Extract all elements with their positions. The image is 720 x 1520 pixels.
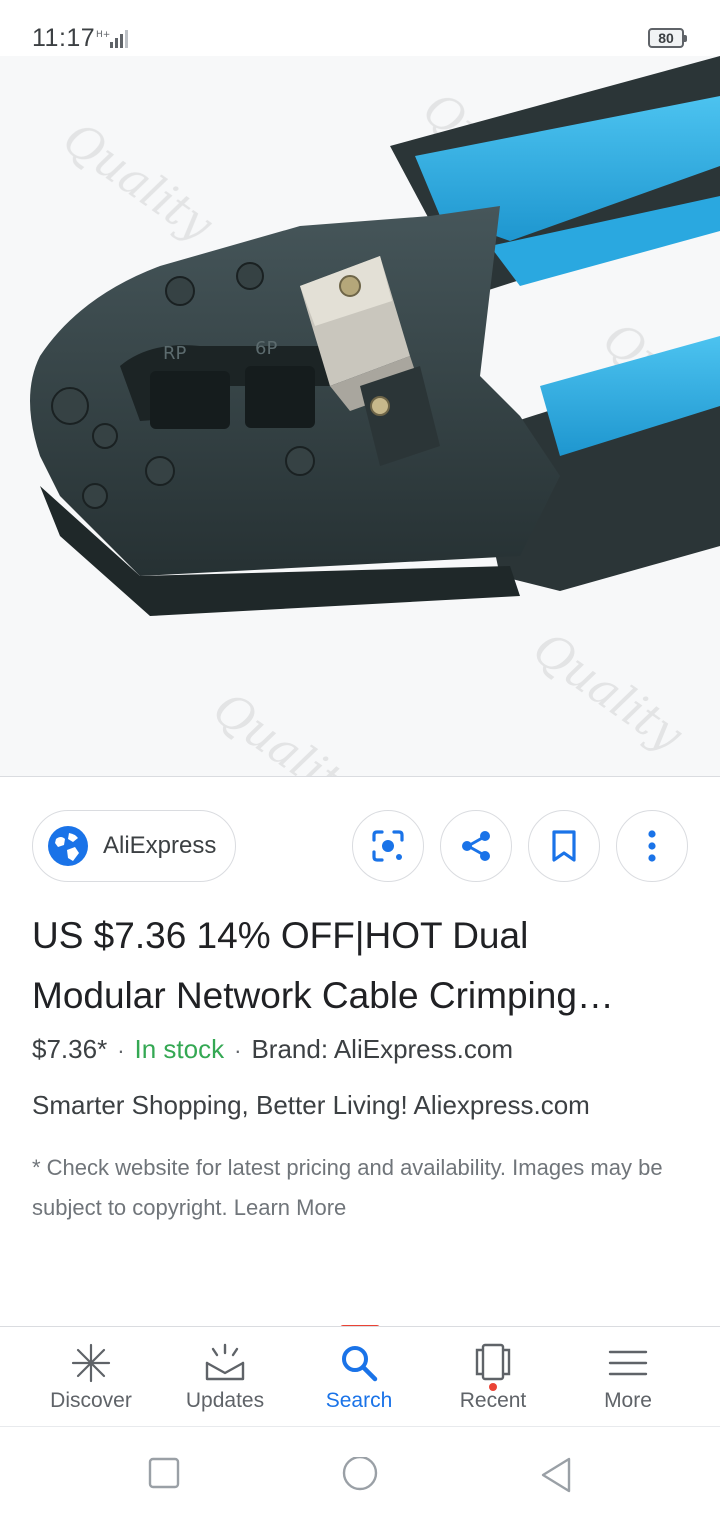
asterisk-icon [71,1343,111,1383]
lens-icon [372,830,404,862]
stock-status: In stock [134,1034,225,1064]
menu-icon [608,1350,648,1376]
square-icon [148,1457,180,1489]
nav-more-label: More [604,1389,652,1412]
search-icon [342,1346,378,1382]
share-icon [462,831,490,861]
die-slot-6p [245,366,315,428]
nav-recent[interactable]: Recent [426,1327,560,1427]
die-label-6p: 6P [255,338,277,359]
die-slot-rp [150,371,230,429]
product-image[interactable]: Quality Quality Quality Quality Quality … [0,56,720,776]
battery-indicator: 80 [648,28,687,48]
more-options-button[interactable] [616,810,688,882]
product-title[interactable]: US $7.36 14% OFF|HOT Dual Modular Networ… [32,906,692,1026]
save-button[interactable] [528,810,600,882]
lens-button[interactable] [352,810,424,882]
cards-icon [475,1343,511,1381]
source-name: AliExpress [103,832,217,859]
disclaimer-text: * Check website for latest pricing and a… [32,1155,663,1220]
recent-notification-dot [489,1383,497,1391]
product-price: $7.36* [32,1034,108,1064]
share-button[interactable] [440,810,512,882]
signal-icon: H+ [96,28,136,55]
nav-more[interactable]: More [561,1327,695,1427]
nav-recent-label: Recent [459,1389,527,1412]
source-chip-aliexpress[interactable]: AliExpress [32,810,236,882]
system-recents-button[interactable] [148,1457,180,1494]
nav-discover-label: Discover [50,1389,132,1412]
product-brand: Brand: AliExpress.com [251,1034,513,1064]
globe-icon [48,826,88,866]
tray-icon [205,1343,245,1381]
separator-dot: · [117,1038,125,1063]
network-type: H+ [96,30,110,40]
separator-dot: · [234,1038,242,1063]
nav-discover[interactable]: Discover [24,1327,158,1427]
die-label-rp: RP [163,343,187,364]
nav-search-label: Search [325,1389,393,1412]
back-triangle-icon [541,1457,571,1493]
status-time: 11:17 [32,24,96,52]
nav-updates-label: Updates [185,1389,265,1412]
bottom-navigation: Discover Updates Search Recent More [0,1326,720,1426]
image-divider [0,776,720,777]
nav-search[interactable]: Search [292,1327,426,1427]
product-meta: $7.36* · In stock · Brand: AliExpress.com [32,1034,513,1065]
circle-icon [342,1455,378,1491]
source-tagline: Smarter Shopping, Better Living! Aliexpr… [32,1090,590,1120]
crimping-tool-illustration: Quality Quality Quality Quality Quality … [0,56,720,776]
product-title-line-1: US $7.36 14% OFF|HOT Dual [32,915,529,956]
system-navigation-bar [0,1426,720,1520]
nav-updates[interactable]: Updates [158,1327,292,1427]
system-home-button[interactable] [341,1455,379,1500]
bookmark-icon [552,830,576,862]
product-title-line-2: Modular Network Cable Crimping… [32,975,614,1016]
more-vert-icon [648,830,656,862]
system-back-button[interactable] [539,1457,573,1498]
